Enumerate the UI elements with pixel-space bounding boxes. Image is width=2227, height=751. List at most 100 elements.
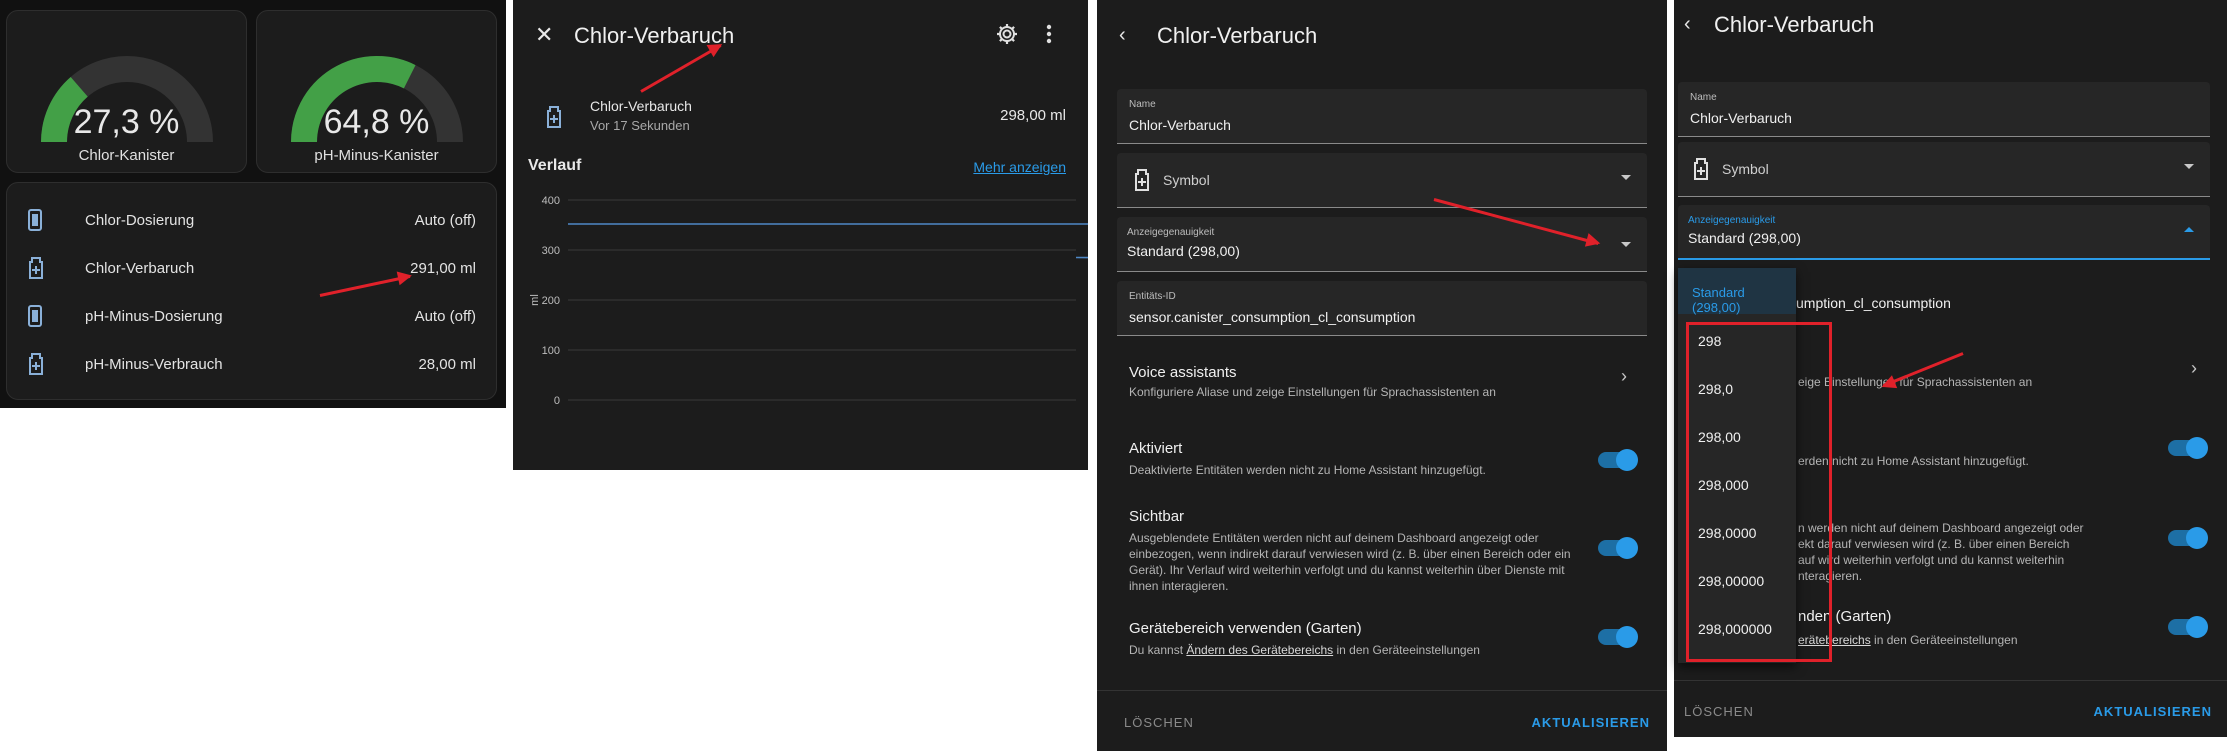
- name-field[interactable]: Name Chlor-Verbaruch: [1117, 89, 1647, 144]
- delete-button[interactable]: LÖSCHEN: [1684, 704, 1754, 719]
- field-value: sensor.canister_consumption_cl_consumpti…: [1129, 309, 1416, 325]
- dialog-title: Chlor-Verbaruch: [1157, 23, 1318, 48]
- field-value: Chlor-Verbaruch: [1690, 110, 1792, 126]
- canister-icon: [1133, 169, 1151, 196]
- area-toggle[interactable]: [2168, 616, 2208, 638]
- canister-icon: [1692, 158, 1710, 185]
- y-tick-label: 200: [542, 295, 560, 307]
- visible-description-partial: n werden nicht auf deinem Dashboard ange…: [1798, 521, 2084, 583]
- history-heading: Verlauf: [528, 157, 582, 174]
- enabled-description: Deaktivierte Entitäten werden nicht zu H…: [1129, 463, 1486, 477]
- entities-card: Chlor-Dosierung Auto (off) Chlor-Verbaru…: [6, 182, 497, 400]
- more-info-dialog: ✕ Chlor-Verbaruch Chlor-Verbaruch Vor 17…: [513, 0, 1088, 470]
- entity-row-ph-dosierung[interactable]: pH-Minus-Dosierung Auto (off): [27, 292, 476, 340]
- area-title: Gerätebereich verwenden (Garten): [1129, 620, 1362, 637]
- field-value: Chlor-Verbaruch: [1129, 117, 1231, 133]
- canister-icon: [27, 254, 67, 282]
- enabled-description-partial: erden nicht zu Home Assistant hinzugefüg…: [1798, 454, 2029, 468]
- row-description: Konfiguriere Aliase und zeige Einstellun…: [1129, 385, 1496, 399]
- more-options-icon[interactable]: [1046, 24, 1052, 49]
- entity-value: 291,00 ml: [410, 259, 476, 277]
- settings-gear-icon[interactable]: [995, 22, 1019, 51]
- field-label: Name: [1690, 92, 1717, 103]
- dosing-pump-icon: [27, 302, 67, 330]
- footer-divider: [1097, 690, 1667, 691]
- annotation-arrow: [640, 44, 722, 93]
- y-tick-label: 100: [542, 345, 560, 357]
- y-axis-label: ml: [529, 294, 541, 306]
- visible-description: Ausgeblendete Entitäten werden nicht auf…: [1129, 531, 1571, 593]
- canister-icon: [545, 106, 563, 133]
- enabled-toggle[interactable]: [1598, 449, 1638, 471]
- symbol-field[interactable]: Symbol: [1678, 142, 2210, 197]
- close-icon[interactable]: ✕: [535, 22, 553, 48]
- entity-value: Auto (off): [414, 211, 476, 229]
- entity-row-chlor-dosierung[interactable]: Chlor-Dosierung Auto (off): [27, 196, 476, 244]
- entity-label: pH-Minus-Dosierung: [85, 307, 223, 325]
- dialog-title: Chlor-Verbaruch: [1714, 12, 1875, 37]
- y-tick-label: 300: [542, 245, 560, 257]
- entity-state: 298,00 ml: [1000, 107, 1066, 124]
- entity-value: 28,00 ml: [418, 355, 476, 373]
- option-selected[interactable]: Standard (298,00): [1678, 268, 1796, 315]
- display-precision-select[interactable]: Anzeigegenauigkeit Standard (298,00): [1678, 205, 2210, 260]
- entity-label: Chlor-Verbaruch: [85, 259, 195, 277]
- field-label: Symbol: [1722, 161, 1769, 177]
- visible-toggle[interactable]: [1598, 537, 1638, 559]
- enabled-toggle[interactable]: [2168, 437, 2208, 459]
- row-title: Voice assistants: [1129, 364, 1237, 381]
- back-icon[interactable]: ‹: [1684, 13, 1691, 36]
- entity-settings-dialog-open-select: ‹ Chlor-Verbaruch Name Chlor-Verbaruch S…: [1674, 0, 2227, 737]
- dashboard-panel: 27,3 % Chlor-Kanister 64,8 % pH-Minus-Ka…: [0, 0, 506, 408]
- entity-label: pH-Minus-Verbrauch: [85, 355, 223, 373]
- device-area-link[interactable]: Ändern des Gerätebereichs: [1186, 643, 1333, 657]
- entity-name: Chlor-Verbaruch: [590, 98, 692, 114]
- enabled-title: Aktiviert: [1129, 440, 1183, 457]
- entity-id-field[interactable]: Entitäts-ID sensor.canister_consumption_…: [1117, 281, 1647, 336]
- gauge-card-chlor[interactable]: 27,3 % Chlor-Kanister: [6, 10, 247, 173]
- chevron-right-icon: ›: [2191, 358, 2197, 378]
- symbol-field[interactable]: Symbol: [1117, 153, 1647, 208]
- entity-id-value-partial: umption_cl_consumption: [1796, 295, 1951, 311]
- area-desc-text: Du kannst: [1129, 643, 1187, 657]
- gauge-label: pH-Minus-Kanister: [314, 147, 439, 164]
- update-button[interactable]: AKTUALISIEREN: [1532, 715, 1650, 730]
- entity-label: Chlor-Dosierung: [85, 211, 195, 229]
- gauge-value: 27,3 %: [73, 103, 180, 141]
- entity-row-ph-verbrauch[interactable]: pH-Minus-Verbrauch 28,00 ml: [27, 340, 476, 388]
- field-value: Standard (298,00): [1688, 230, 1801, 246]
- delete-button[interactable]: LÖSCHEN: [1124, 715, 1194, 730]
- gauge-value: 64,8 %: [323, 103, 430, 141]
- field-label: Entitäts-ID: [1129, 291, 1176, 302]
- entity-settings-dialog: ‹ Chlor-Verbaruch Name Chlor-Verbaruch S…: [1097, 0, 1667, 751]
- show-more-link[interactable]: Mehr anzeigen: [973, 159, 1066, 175]
- area-toggle[interactable]: [1598, 626, 1638, 648]
- option-label: Standard (298,00): [1692, 285, 1745, 315]
- name-field[interactable]: Name Chlor-Verbaruch: [1678, 82, 2210, 137]
- back-icon[interactable]: ‹: [1119, 24, 1126, 47]
- dropdown-icon: [2184, 164, 2194, 169]
- y-tick-label: 400: [542, 195, 560, 207]
- dropdown-open-icon: [2184, 227, 2194, 232]
- gauge-card-ph[interactable]: 64,8 % pH-Minus-Kanister: [256, 10, 497, 173]
- area-description: Du kannst Ändern des Gerätebereichs in d…: [1129, 642, 1480, 658]
- visible-toggle[interactable]: [2168, 527, 2208, 549]
- history-chart[interactable]: 400300200100019:005. Juli3:006:009:0012:…: [513, 186, 1088, 470]
- y-tick-label: 0: [554, 395, 560, 407]
- update-button[interactable]: AKTUALISIEREN: [2094, 704, 2212, 719]
- dropdown-icon: [1621, 175, 1631, 180]
- voice-description-partial: eige Einstellungen für Sprachassistenten…: [1798, 375, 2033, 389]
- annotation-box: [1686, 322, 1832, 662]
- field-value: Standard (298,00): [1127, 243, 1240, 259]
- canister-icon: [27, 350, 67, 378]
- footer-divider: [1674, 680, 2227, 681]
- dosing-pump-icon: [27, 206, 67, 234]
- field-label: Anzeigegenauigkeit: [1127, 227, 1215, 238]
- entity-last-changed: Vor 17 Sekunden: [590, 118, 690, 133]
- field-label: Name: [1129, 99, 1156, 110]
- voice-assistants-row[interactable]: Voice assistants Konfiguriere Aliase und…: [1097, 350, 1667, 412]
- field-label: Symbol: [1163, 172, 1210, 188]
- area-desc-text: in den Geräteeinstellungen: [1333, 643, 1480, 657]
- display-precision-select[interactable]: Anzeigegenauigkeit Standard (298,00): [1117, 217, 1647, 272]
- field-label: Anzeigegenauigkeit: [1688, 215, 1776, 226]
